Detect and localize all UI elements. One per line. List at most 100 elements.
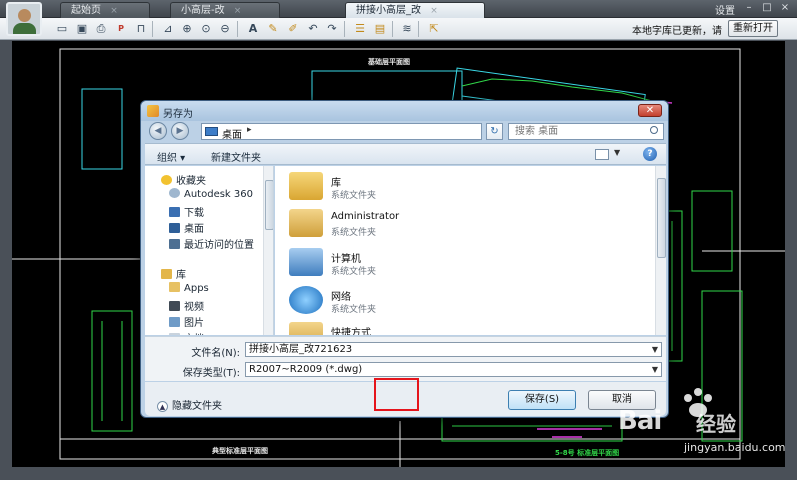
- hide-folders-toggle[interactable]: ▲ 隐藏文件夹: [157, 397, 222, 412]
- tab-start[interactable]: 起始页 ×: [60, 2, 150, 18]
- nav-label: 收藏夹: [176, 176, 206, 187]
- computer-icon: [289, 248, 323, 276]
- save-icon[interactable]: ▣: [74, 21, 90, 37]
- folder-icon: [169, 282, 180, 292]
- tab-drawing-1[interactable]: 小高层-改 ×: [170, 2, 280, 18]
- tab-label: 拼接小高层_改: [356, 5, 421, 16]
- layer-icon[interactable]: ☰: [352, 21, 368, 37]
- file-type: 系统文件夹: [331, 191, 377, 201]
- nav-label: 桌面: [184, 224, 204, 235]
- zoom-window-icon[interactable]: ⊙: [198, 21, 214, 37]
- stack-icon[interactable]: ≋: [399, 21, 415, 37]
- tab-close-icon[interactable]: ×: [430, 6, 438, 16]
- redo-icon[interactable]: ↷: [324, 21, 340, 37]
- file-scrollbar[interactable]: [655, 166, 666, 335]
- lock-icon[interactable]: ⊓: [133, 21, 149, 37]
- navigation-row: ◀ ▶ 桌面 ▸ ▼ ↻: [145, 121, 666, 143]
- baidu-watermark: Bai 经验 jingyan.baidu.com: [588, 384, 788, 474]
- toolbar-divider: [392, 21, 393, 37]
- scroll-thumb[interactable]: [657, 178, 666, 258]
- minimize-button[interactable]: –: [740, 1, 758, 15]
- nav-label: 下载: [184, 208, 204, 219]
- layout-icon[interactable]: ▤: [372, 21, 388, 37]
- nav-item-favorites[interactable]: 收藏夹: [161, 172, 206, 187]
- zoom-in-icon[interactable]: ⊕: [179, 21, 195, 37]
- filename-value[interactable]: 拼接小高层_改721623: [249, 344, 352, 355]
- back-button[interactable]: ◀: [149, 122, 167, 140]
- file-name: 快捷方式: [331, 328, 371, 335]
- nav-scrollbar[interactable]: [263, 166, 273, 335]
- save-fields: 文件名(N): 拼接小高层_改721623 ▼ 保存类型(T): R2007~R…: [145, 336, 666, 381]
- chevron-down-icon[interactable]: ▼: [614, 148, 620, 157]
- tab-close-icon[interactable]: ×: [234, 6, 242, 16]
- cad-label: 基础层平面图: [368, 58, 410, 66]
- close-button[interactable]: ×: [776, 1, 794, 15]
- chevron-down-icon[interactable]: ▼: [652, 343, 658, 356]
- list-item-library[interactable]: 库 系统文件夹: [289, 172, 629, 202]
- tab-drawing-active[interactable]: 拼接小高层_改 ×: [345, 2, 485, 18]
- undo-icon[interactable]: ↶: [305, 21, 321, 37]
- export-icon[interactable]: ⇱: [426, 21, 442, 37]
- filetype-value[interactable]: R2007~R2009 (*.dwg): [249, 364, 362, 375]
- open-icon[interactable]: ▭: [54, 21, 70, 37]
- video-icon: [169, 301, 180, 311]
- view-icon[interactable]: [595, 149, 609, 160]
- print-icon[interactable]: ⎙: [93, 21, 109, 37]
- text-icon[interactable]: A: [245, 21, 261, 37]
- nav-label: 图片: [184, 318, 204, 329]
- nav-item-desktop[interactable]: 桌面: [169, 220, 204, 235]
- zoom-out-icon[interactable]: ⊖: [217, 21, 233, 37]
- dialog-title-bar[interactable]: 另存为 ✕: [141, 101, 668, 121]
- address-text[interactable]: 桌面: [222, 126, 242, 141]
- save-as-icon: [147, 105, 159, 117]
- download-folder-icon: [169, 207, 180, 217]
- organize-button[interactable]: 组织 ▾: [157, 149, 185, 164]
- watermark-brand: Bai: [618, 406, 662, 436]
- highlighter-icon[interactable]: ✐: [285, 21, 301, 37]
- refresh-button[interactable]: ↻: [486, 123, 503, 140]
- search-input[interactable]: [508, 123, 664, 140]
- address-bar[interactable]: 桌面 ▸ ▼: [201, 123, 533, 141]
- nav-item-pictures[interactable]: 图片: [169, 314, 204, 329]
- forward-button[interactable]: ▶: [171, 122, 189, 140]
- pen-icon[interactable]: ✎: [265, 21, 281, 37]
- file-type: 系统文件夹: [331, 267, 377, 277]
- nav-item-downloads[interactable]: 下载: [169, 204, 204, 219]
- star-icon: [161, 175, 172, 185]
- file-name: 网络: [331, 292, 351, 303]
- list-item-shortcut[interactable]: 快捷方式: [289, 322, 629, 335]
- picture-icon: [169, 317, 180, 327]
- toolbar-divider: [344, 21, 345, 37]
- measure-icon[interactable]: ⊿: [160, 21, 176, 37]
- filetype-select[interactable]: R2007~R2009 (*.dwg) ▼: [245, 362, 662, 377]
- user-folder-icon: [289, 209, 323, 237]
- nav-item-videos[interactable]: 视频: [169, 298, 204, 313]
- new-folder-button[interactable]: 新建文件夹: [211, 149, 261, 164]
- dialog-close-button[interactable]: ✕: [638, 104, 662, 117]
- list-item-administrator[interactable]: Administrator 系统文件夹: [289, 209, 629, 239]
- hide-folders-label: 隐藏文件夹: [172, 401, 222, 412]
- maximize-button[interactable]: □: [758, 1, 776, 15]
- search-icon[interactable]: [650, 126, 658, 134]
- nav-item-documents[interactable]: 文档: [169, 330, 204, 335]
- avatar-body: [13, 23, 36, 34]
- desktop-icon: [205, 127, 218, 136]
- scroll-thumb[interactable]: [265, 180, 273, 230]
- list-item-network[interactable]: 网络 系统文件夹: [289, 286, 629, 316]
- filename-field[interactable]: 拼接小高层_改721623 ▼: [245, 342, 662, 357]
- nav-item-libraries[interactable]: 库: [161, 266, 186, 281]
- avatar[interactable]: [6, 2, 42, 36]
- chevron-right-icon[interactable]: ▸: [247, 125, 252, 135]
- reopen-button[interactable]: 重新打开: [728, 20, 778, 37]
- pdf-icon[interactable]: P: [113, 21, 129, 37]
- tab-close-icon[interactable]: ×: [110, 6, 118, 16]
- chevron-down-icon[interactable]: ▼: [652, 363, 658, 376]
- list-item-computer[interactable]: 计算机 系统文件夹: [289, 248, 629, 278]
- nav-item-apps[interactable]: Apps: [169, 282, 209, 294]
- nav-item-recent[interactable]: 最近访问的位置: [169, 236, 254, 251]
- nav-item-autodesk360[interactable]: Autodesk 360: [169, 188, 253, 200]
- help-button[interactable]: ?: [643, 147, 657, 161]
- save-button[interactable]: 保存(S): [508, 390, 576, 410]
- toolbar: ▭ ▣ ⎙ P ⊓ ⊿ ⊕ ⊙ ⊖ A ✎ ✐ ↶ ↷ ☰ ▤ ≋ ⇱ 本地字库…: [0, 18, 797, 40]
- settings-link[interactable]: 设置: [715, 2, 735, 17]
